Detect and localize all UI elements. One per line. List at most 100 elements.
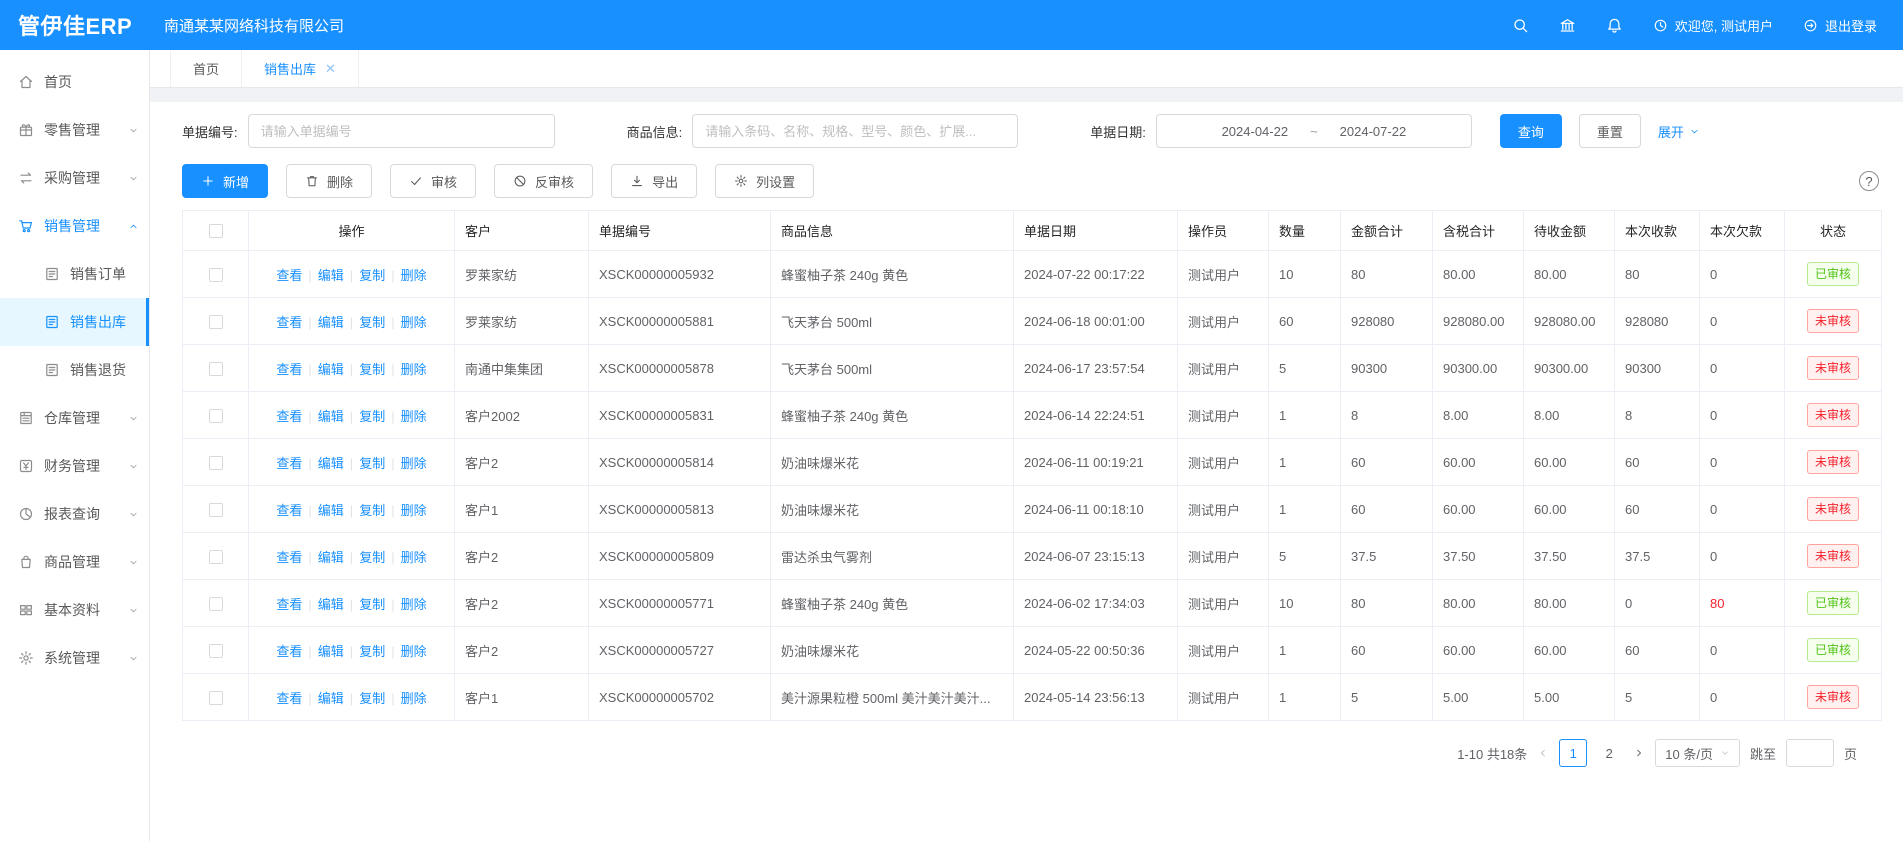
row-checkbox[interactable] [209,644,223,658]
search-icon[interactable] [1512,17,1529,34]
tab-home[interactable]: 首页 [170,50,242,87]
sidebar-item-purchase-management[interactable]: 采购管理 [0,154,149,202]
doc-no-input[interactable] [248,114,555,148]
sidebar-item-home[interactable]: 首页 [0,58,149,106]
sidebar-item-sales-order[interactable]: 销售订单 [0,250,149,298]
action-edit-link[interactable]: 编辑 [318,268,344,283]
action-edit-link[interactable]: 编辑 [318,456,344,471]
action-edit-link[interactable]: 编辑 [318,644,344,659]
action-view-link[interactable]: 查看 [276,644,302,659]
action-edit-link[interactable]: 编辑 [318,597,344,612]
row-checkbox[interactable] [209,503,223,517]
sidebar-item-report-query[interactable]: 报表查询 [0,490,149,538]
action-copy-link[interactable]: 复制 [359,409,385,424]
welcome-user[interactable]: 欢迎您, 测试用户 [1653,16,1773,35]
cell-amount-total: 5 [1341,674,1433,721]
approve-button[interactable]: 审核 [390,164,476,198]
action-view-link[interactable]: 查看 [276,268,302,283]
action-view-link[interactable]: 查看 [276,315,302,330]
sidebar-item-sales-return[interactable]: 销售退货 [0,346,149,394]
search-button[interactable]: 查询 [1500,114,1562,148]
row-checkbox[interactable] [209,362,223,376]
sidebar-item-basic-data[interactable]: 基本资料 [0,586,149,634]
action-copy-link[interactable]: 复制 [359,315,385,330]
date-range-picker[interactable]: 2024-04-22 ~ 2024-07-22 [1156,114,1472,148]
cell-amount-total: 8 [1341,392,1433,439]
row-checkbox[interactable] [209,597,223,611]
action-copy-link[interactable]: 复制 [359,644,385,659]
action-copy-link[interactable]: 复制 [359,597,385,612]
action-edit-link[interactable]: 编辑 [318,362,344,377]
action-edit-link[interactable]: 编辑 [318,409,344,424]
action-edit-link[interactable]: 编辑 [318,691,344,706]
prev-page-icon[interactable] [1537,747,1549,759]
action-delete-link[interactable]: 删除 [401,550,427,565]
cell-doc-date: 2024-06-02 17:34:03 [1014,580,1178,627]
action-delete-link[interactable]: 删除 [401,644,427,659]
action-view-link[interactable]: 查看 [276,456,302,471]
action-delete-link[interactable]: 删除 [401,315,427,330]
date-from[interactable]: 2024-04-22 [1222,124,1289,139]
row-checkbox[interactable] [209,315,223,329]
next-page-icon[interactable] [1633,747,1645,759]
action-view-link[interactable]: 查看 [276,597,302,612]
select-all-checkbox[interactable] [209,224,223,238]
action-edit-link[interactable]: 编辑 [318,315,344,330]
action-copy-link[interactable]: 复制 [359,268,385,283]
action-delete-link[interactable]: 删除 [401,503,427,518]
action-edit-link[interactable]: 编辑 [318,503,344,518]
export-button[interactable]: 导出 [611,164,697,198]
action-view-link[interactable]: 查看 [276,550,302,565]
close-icon[interactable]: ✕ [325,61,336,77]
bank-icon[interactable] [1559,17,1576,34]
action-copy-link[interactable]: 复制 [359,503,385,518]
action-delete-link[interactable]: 删除 [401,456,427,471]
product-info-input[interactable] [692,114,1018,148]
bell-icon[interactable] [1606,17,1623,34]
action-delete-link[interactable]: 删除 [401,362,427,377]
row-checkbox[interactable] [209,456,223,470]
unapprove-button[interactable]: 反审核 [494,164,593,198]
action-view-link[interactable]: 查看 [276,503,302,518]
action-delete-link[interactable]: 删除 [401,409,427,424]
help-icon[interactable]: ? [1859,171,1879,191]
action-copy-link[interactable]: 复制 [359,456,385,471]
sidebar-item-finance-management[interactable]: 财务管理 [0,442,149,490]
action-edit-link[interactable]: 编辑 [318,550,344,565]
action-view-link[interactable]: 查看 [276,362,302,377]
action-view-link[interactable]: 查看 [276,691,302,706]
action-delete-link[interactable]: 删除 [401,268,427,283]
column-header: 金额合计 [1341,211,1433,251]
cell-operator: 测试用户 [1178,439,1269,486]
sidebar-item-warehouse-management[interactable]: 仓库管理 [0,394,149,442]
cell-tax-total: 60.00 [1433,486,1524,533]
action-view-link[interactable]: 查看 [276,409,302,424]
row-checkbox[interactable] [209,550,223,564]
action-copy-link[interactable]: 复制 [359,362,385,377]
logout-button[interactable]: 退出登录 [1803,16,1877,35]
reset-button[interactable]: 重置 [1579,114,1641,148]
action-delete-link[interactable]: 删除 [401,597,427,612]
delete-button[interactable]: 删除 [286,164,372,198]
action-delete-link[interactable]: 删除 [401,691,427,706]
add-button[interactable]: 新增 [182,164,268,198]
app-logo[interactable]: 管伊佳ERP [0,9,150,41]
column-settings-button[interactable]: 列设置 [715,164,814,198]
expand-toggle[interactable]: 展开 [1658,122,1700,141]
sidebar-item-retail-management[interactable]: 零售管理 [0,106,149,154]
sidebar-item-goods-management[interactable]: 商品管理 [0,538,149,586]
date-to[interactable]: 2024-07-22 [1340,124,1407,139]
tab-sales-outbound[interactable]: 销售出库 ✕ [242,50,359,87]
page-size-select[interactable]: 10 条/页 [1655,739,1740,767]
action-copy-link[interactable]: 复制 [359,691,385,706]
row-checkbox[interactable] [209,691,223,705]
sidebar-item-system-management[interactable]: 系统管理 [0,634,149,682]
page-button-1[interactable]: 1 [1559,739,1587,767]
page-button-2[interactable]: 2 [1595,739,1623,767]
sidebar-item-sales-outbound[interactable]: 销售出库 [0,298,149,346]
row-checkbox[interactable] [209,268,223,282]
jump-page-input[interactable] [1786,739,1834,767]
sidebar-item-sales-management[interactable]: 销售管理 [0,202,149,250]
row-checkbox[interactable] [209,409,223,423]
action-copy-link[interactable]: 复制 [359,550,385,565]
